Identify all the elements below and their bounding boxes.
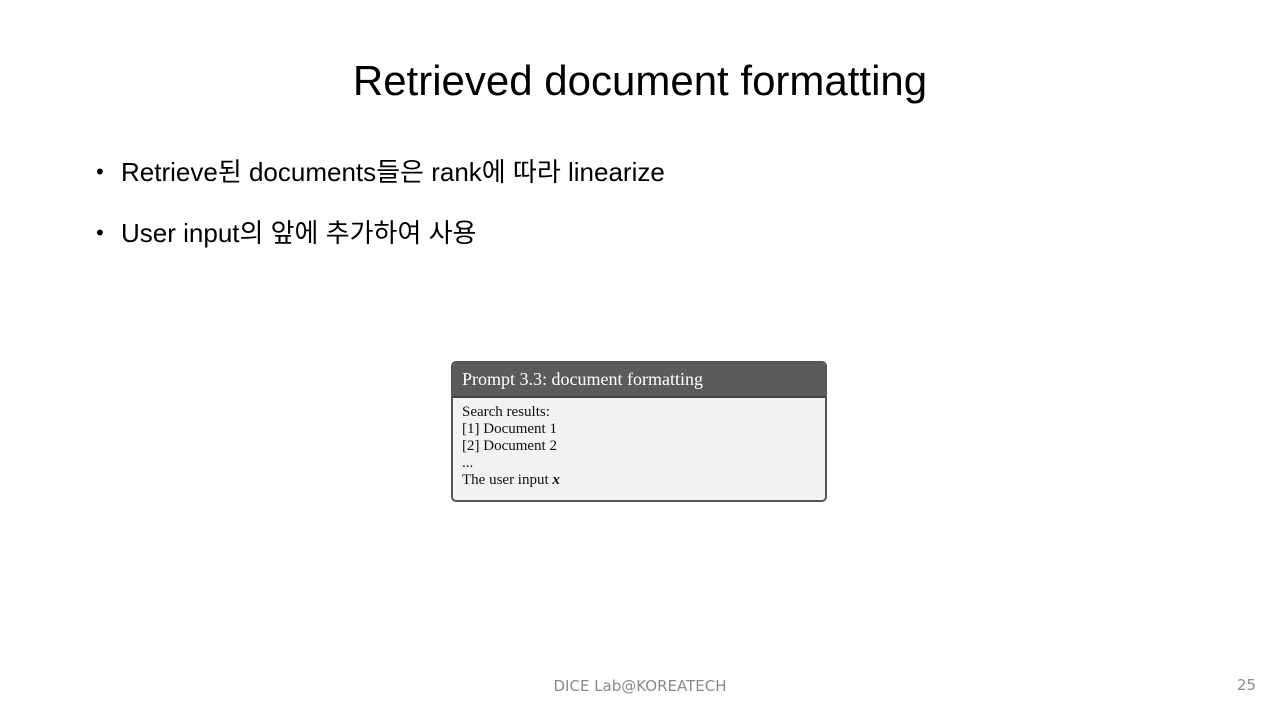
prompt-header: Prompt 3.3: document formatting bbox=[453, 363, 825, 398]
math-variable-x: x bbox=[552, 472, 560, 488]
prompt-line: ... bbox=[462, 455, 474, 471]
bullet-dot-icon: • bbox=[96, 220, 104, 245]
footer-text: DICE Lab@KOREATECH bbox=[553, 677, 727, 695]
bullet-text: Retrieve된 documents들은 rank에 따라 linearize bbox=[121, 157, 665, 187]
bullet-dot-icon: • bbox=[96, 159, 104, 184]
prompt-user-input-label: The user input bbox=[462, 472, 553, 488]
prompt-line: [1] Document 1 bbox=[462, 421, 557, 437]
bullet-list: • Retrieve된 documents들은 rank에 따라 lineari… bbox=[96, 150, 665, 272]
prompt-line: Search results: bbox=[462, 404, 550, 420]
slide-title: Retrieved document formatting bbox=[352, 57, 928, 104]
bullet-text: User input의 앞에 추가하여 사용 bbox=[121, 218, 477, 248]
prompt-box: Prompt 3.3: document formatting Search r… bbox=[451, 361, 827, 502]
page-number: 25 bbox=[1236, 676, 1256, 694]
bullet-item: • User input의 앞에 추가하여 사용 bbox=[96, 211, 665, 255]
prompt-line: [2] Document 2 bbox=[462, 438, 557, 454]
prompt-line-user-input: The user input x bbox=[462, 472, 816, 489]
bullet-item: • Retrieve된 documents들은 rank에 따라 lineari… bbox=[96, 150, 665, 194]
prompt-body: Search results: [1] Document 1 [2] Docum… bbox=[453, 398, 825, 495]
